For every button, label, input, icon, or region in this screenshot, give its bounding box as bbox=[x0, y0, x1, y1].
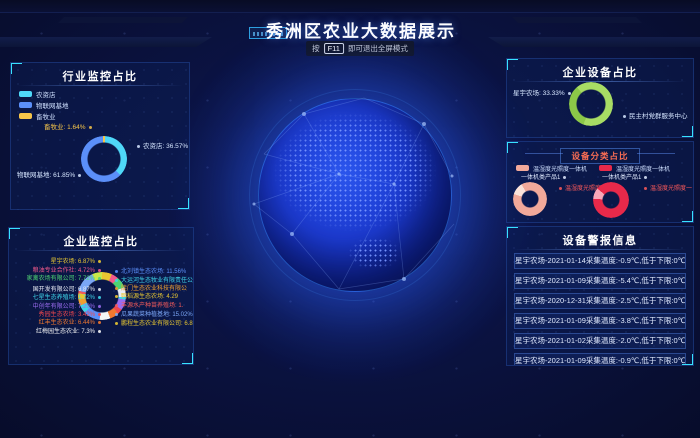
enterprise-panel: 企业监控占比 星宇农场: 6.87% 粮油专业合作社: 4.72% 家禽农场有限… bbox=[8, 227, 194, 365]
chart-callout: 农资店: 36.57% bbox=[137, 143, 188, 151]
chart-callout: 温湿度光照度一 bbox=[644, 185, 692, 193]
legend-item[interactable]: 畜牧业 bbox=[19, 112, 56, 120]
alarms-panel: 设备警报信息 星宇农场-2021-01-14采集温度:-0.9℃,低于下限:0℃… bbox=[506, 226, 694, 366]
divider bbox=[15, 250, 187, 251]
equipment-panel-title: 企业设备占比 bbox=[507, 64, 693, 80]
chart-callout: 秀园生态农场: 3.42% bbox=[39, 312, 101, 319]
industry-panel-title: 行业监控占比 bbox=[11, 68, 189, 84]
device-class-right-donut[interactable] bbox=[593, 182, 629, 218]
device-class-title-wrap: 设备分类占比 bbox=[507, 146, 693, 164]
alarm-row[interactable]: 星宇农场-2021-01-02采集温度:-2.0℃,低于下限:0℃ bbox=[514, 333, 686, 349]
header-top-strip bbox=[0, 0, 700, 13]
legend-swatch bbox=[19, 91, 32, 97]
chart-callout: 物联网基地: 61.85% bbox=[17, 172, 81, 180]
globe-network-mesh bbox=[244, 84, 466, 306]
tooltip-suffix: 即可退出全屏模式 bbox=[348, 43, 408, 54]
chart-callout: 鹏程生态农业有限公司: 6.87% bbox=[115, 321, 194, 328]
legend-item[interactable]: 农资店 bbox=[19, 90, 56, 98]
alarm-row[interactable]: 星宇农场-2021-01-14采集温度:-0.9℃,低于下限:0℃ bbox=[514, 253, 686, 269]
chart-callout: 大运河生态牧业有限责任公 bbox=[115, 278, 193, 285]
industry-donut-chart[interactable] bbox=[81, 136, 127, 182]
industry-panel: 行业监控占比 农资店 物联网基地 畜牧业 畜牧业: 1.64% 农资店: 36.… bbox=[10, 62, 190, 210]
equipment-donut-chart[interactable] bbox=[569, 82, 613, 126]
device-class-panel: 设备分类占比 温湿度光照度一体机 一体机类产品1 温湿度光照度一 温湿度光照度一… bbox=[506, 141, 694, 223]
divider bbox=[513, 249, 687, 250]
device-class-left-donut[interactable] bbox=[513, 182, 547, 216]
divider bbox=[525, 153, 563, 154]
equipment-panel: 企业设备占比 星宇农场: 33.33% 民主村党群服务中心 bbox=[506, 58, 694, 138]
chart-callout: 丰源水产种苗养殖场: 1. bbox=[115, 303, 183, 310]
legend-swatch bbox=[19, 102, 32, 108]
chart-callout: 星宇农场: 33.33% bbox=[513, 90, 571, 98]
chart-callout: 家禽农场有限公司: 7.72% bbox=[27, 276, 101, 283]
legend-label: 温湿度光照度一体机 bbox=[533, 164, 587, 173]
chart-callout: 粮油专业合作社: 4.72% bbox=[33, 268, 101, 275]
chart-callout: 北刘镇生态农场: 11.56% bbox=[115, 269, 186, 276]
f11-key-badge: F11 bbox=[324, 43, 344, 54]
chart-callout: 国开发有限公司: 6.87% bbox=[33, 287, 101, 294]
chart-callout: 民主村党群服务中心 bbox=[623, 113, 688, 121]
legend-swatch bbox=[599, 165, 612, 171]
divider bbox=[17, 85, 183, 86]
device-class-panel-title: 设备分类占比 bbox=[560, 148, 639, 164]
chart-callout: 陡门生态农业科技有限公 bbox=[115, 286, 187, 293]
chart-callout: 一体机类产品1 bbox=[521, 174, 566, 182]
divider bbox=[513, 81, 687, 82]
chart-callout: 红梅园生态农业: 7.3% bbox=[36, 329, 101, 336]
chart-callout: 中创年有限公司: 7.29% bbox=[33, 304, 101, 311]
alarm-row[interactable]: 星宇农场-2021-01-09采集温度:-3.8℃,低于下限:0℃ bbox=[514, 313, 686, 329]
legend-item[interactable]: 温湿度光照度一体机 bbox=[599, 164, 670, 172]
alarm-list: 星宇农场-2021-01-14采集温度:-0.9℃,低于下限:0℃ 星宇农场-2… bbox=[507, 253, 693, 366]
legend-label: 温湿度光照度一体机 bbox=[616, 164, 670, 173]
alarms-panel-title: 设备警报信息 bbox=[507, 232, 693, 248]
chart-callout: 七星生态养殖场: 1.72% bbox=[33, 295, 101, 302]
legend-label: 农资店 bbox=[36, 89, 56, 99]
chart-callout: 红丰生态农业: 6.44% bbox=[39, 320, 101, 327]
divider bbox=[637, 153, 675, 154]
enterprise-panel-title: 企业监控占比 bbox=[9, 233, 193, 249]
tooltip-prefix: 按 bbox=[312, 43, 320, 54]
globe-visualization bbox=[258, 98, 452, 292]
legend-swatch bbox=[19, 113, 32, 119]
chart-callout: 畜牧业: 1.64% bbox=[44, 124, 92, 132]
chart-callout: 瓜果蔬菜种植基地: 15.02% bbox=[115, 312, 193, 319]
legend-swatch bbox=[516, 165, 529, 171]
page-title: 秀洲区农业大数据展示 bbox=[0, 17, 700, 42]
chart-callout: 星宇农场: 6.87% bbox=[51, 259, 101, 266]
chart-callout: 鸭稻源生态农场: 4.29 bbox=[115, 294, 178, 301]
legend-label: 畜牧业 bbox=[36, 111, 56, 121]
fullscreen-exit-tooltip: 按 F11 即可退出全屏模式 bbox=[306, 41, 414, 56]
chart-callout: 一体机类产品1 bbox=[602, 174, 647, 182]
alarm-row[interactable]: 星宇农场-2021-01-09采集温度:-5.4℃,低于下限:0℃ bbox=[514, 273, 686, 289]
alarm-row[interactable]: 星宇农场-2020-12-31采集温度:-2.5℃,低于下限:0℃ bbox=[514, 293, 686, 309]
alarm-row[interactable]: 星宇农场-2021-01-09采集温度:-0.9℃,低于下限:0℃ bbox=[514, 353, 686, 366]
legend-label: 物联网基地 bbox=[36, 100, 69, 110]
legend-item[interactable]: 温湿度光照度一体机 bbox=[516, 164, 587, 172]
legend-item[interactable]: 物联网基地 bbox=[19, 101, 69, 109]
